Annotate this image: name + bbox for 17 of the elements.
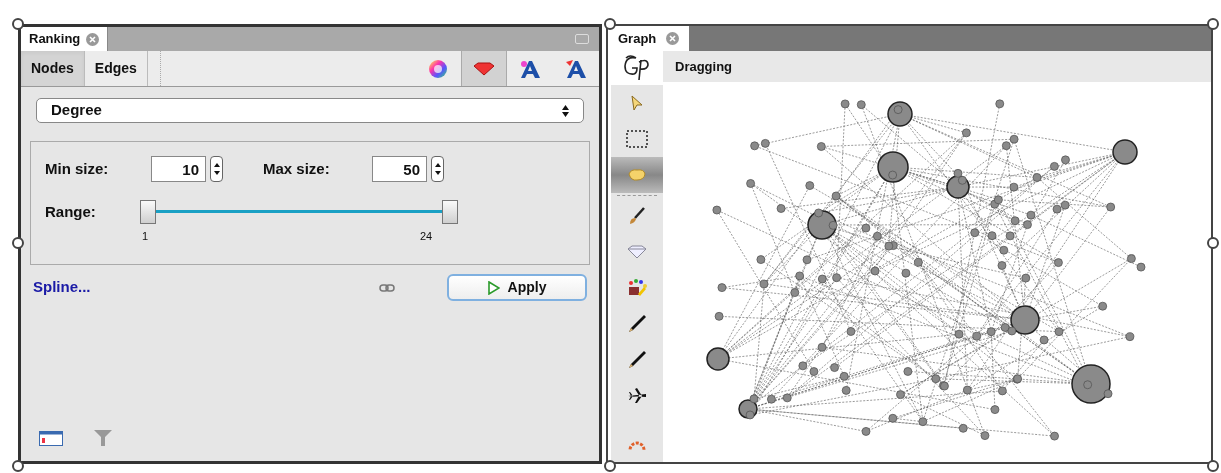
mode-label: Dragging	[675, 57, 733, 76]
element-tab[interactable]: Edges	[84, 51, 148, 86]
element-tab[interactable]: Nodes	[21, 51, 85, 86]
apply-button[interactable]: Apply	[447, 274, 587, 301]
spline-link[interactable]: Spline...	[33, 276, 91, 299]
input-field[interactable]: 10	[151, 156, 206, 182]
range-max-label: 24	[420, 229, 433, 244]
field-label: Min size:	[45, 158, 110, 179]
tab-label: Ranking	[29, 30, 81, 49]
input-field[interactable]: 50	[372, 156, 427, 182]
range-min-label: 1	[142, 229, 149, 244]
attribute-select[interactable]: Degree	[36, 98, 584, 123]
tab-label: Graph	[618, 29, 657, 48]
panel-tab[interactable]: Ranking	[21, 27, 109, 51]
field-label: Max size:	[263, 158, 331, 179]
field-label: Range:	[45, 201, 97, 222]
panel-tab[interactable]: Graph	[608, 26, 690, 51]
